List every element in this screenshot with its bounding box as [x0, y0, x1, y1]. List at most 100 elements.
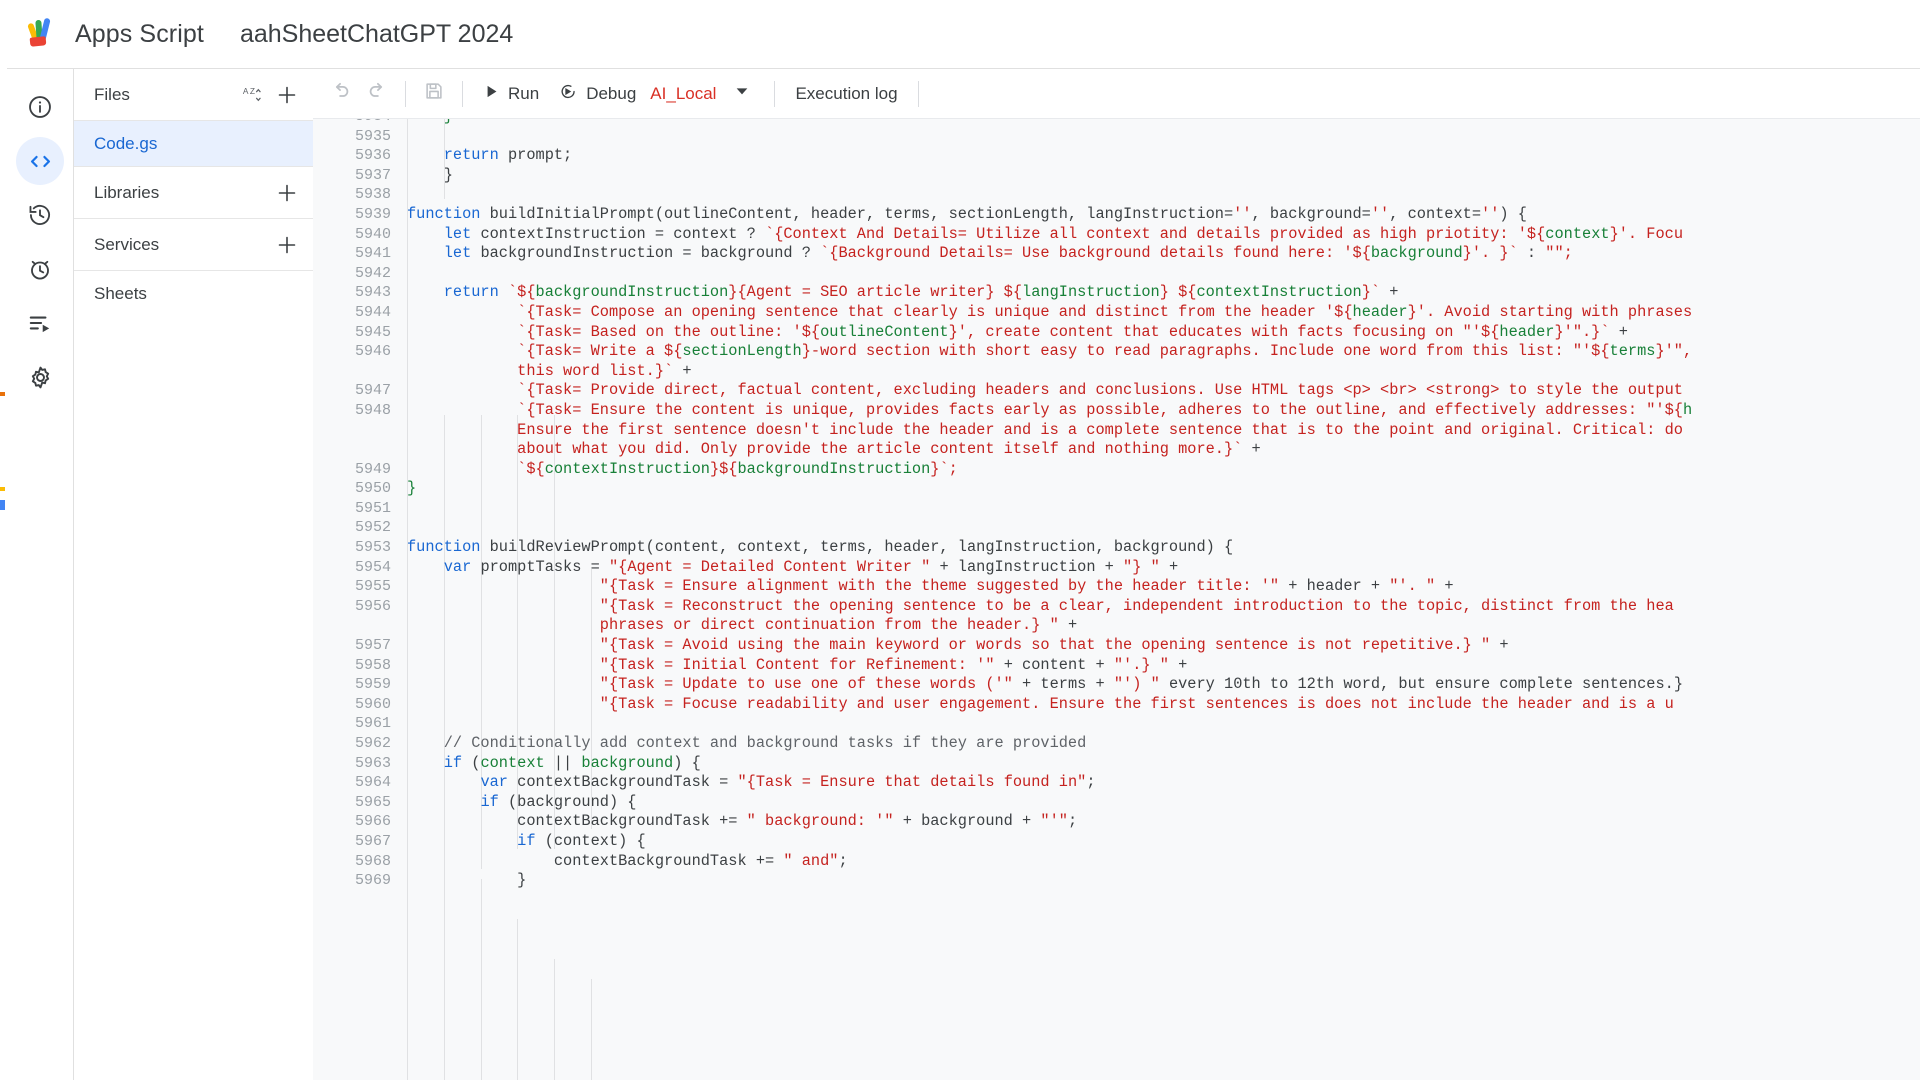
project-title[interactable]: aahSheetChatGPT 2024 — [240, 20, 513, 49]
execution-log-button[interactable]: Execution log — [785, 76, 907, 112]
code-line: 5956 "{Task = Reconstruct the opening se… — [313, 597, 1920, 617]
background-window-sliver — [0, 0, 7, 1080]
line-number: 5937 — [313, 166, 405, 186]
toolbar-divider-2 — [462, 81, 463, 107]
history-icon — [27, 202, 53, 228]
code-line: 5968 contextBackgroundTask += " and"; — [313, 852, 1920, 872]
code-line-text: var contextBackgroundTask = "{Task = Ens… — [405, 773, 1096, 793]
sidebar-item-executions[interactable] — [16, 299, 64, 347]
sheets-section[interactable]: Sheets — [74, 271, 313, 317]
line-number: 5958 — [313, 656, 405, 676]
code-line-text: return prompt; — [405, 146, 572, 166]
code-line: 5934 } — [313, 118, 1920, 127]
line-number: 5945 — [313, 323, 405, 343]
code-editor[interactable]: 5934 }59355936 return prompt;5937 }59385… — [313, 118, 1920, 1080]
code-line-text: "{Task = Initial Content for Refinement:… — [405, 656, 1187, 676]
debug-icon — [559, 82, 578, 106]
code-line-text: contextBackgroundTask += " and"; — [405, 852, 848, 872]
code-line-text: `{Task= Compose an opening sentence that… — [405, 303, 1692, 323]
code-line-text: `${contextInstruction}${backgroundInstru… — [405, 460, 958, 480]
code-line-text: phrases or direct continuation from the … — [405, 616, 1077, 636]
code-line: 5950} — [313, 479, 1920, 499]
sidebar-item-overview[interactable] — [16, 83, 64, 131]
indent-guide — [517, 919, 518, 1080]
code-line-text: about what you did. Only provide the art… — [405, 440, 1261, 460]
code-line-text: "{Task = Avoid using the main keyword or… — [405, 636, 1509, 656]
code-line-text: } — [405, 479, 416, 499]
code-line: 5957 "{Task = Avoid using the main keywo… — [313, 636, 1920, 656]
editor-toolbar: Run Debug AI_Local Execution log — [313, 68, 1920, 118]
code-line-text: var promptTasks = "{Agent = Detailed Con… — [405, 558, 1178, 578]
files-panel: Files A Z Code.gs Libraries — [73, 68, 313, 1080]
add-library-button[interactable] — [275, 181, 299, 205]
code-line-text: `{Task= Provide direct, factual content,… — [405, 381, 1683, 401]
libraries-section[interactable]: Libraries — [74, 167, 313, 219]
line-number: 5940 — [313, 225, 405, 245]
file-item-label: Code.gs — [94, 134, 157, 154]
code-line-text: function buildReviewPrompt(content, cont… — [405, 538, 1233, 558]
code-line-text: contextBackgroundTask += " background: '… — [405, 812, 1077, 832]
line-number: 5949 — [313, 460, 405, 480]
code-line: 5948 `{Task= Ensure the content is uniqu… — [313, 401, 1920, 421]
undo-button[interactable] — [323, 76, 359, 112]
code-line: 5965 if (background) { — [313, 793, 1920, 813]
add-service-button[interactable] — [275, 233, 299, 257]
services-section[interactable]: Services — [74, 219, 313, 271]
code-icon — [27, 148, 54, 175]
sidebar-item-triggers[interactable] — [16, 245, 64, 293]
line-number: 5959 — [313, 675, 405, 695]
code-line: 5954 var promptTasks = "{Agent = Detaile… — [313, 558, 1920, 578]
apps-script-logo-icon — [29, 17, 63, 51]
file-item-code-gs[interactable]: Code.gs — [74, 121, 313, 167]
code-line-text: `{Task= Ensure the content is unique, pr… — [405, 401, 1692, 421]
sheets-label: Sheets — [94, 284, 147, 304]
code-line: 5937 } — [313, 166, 1920, 186]
line-number: 5934 — [313, 118, 405, 127]
code-line: 5945 `{Task= Based on the outline: '${ou… — [313, 323, 1920, 343]
function-select-caret[interactable] — [720, 83, 764, 104]
executions-icon — [27, 310, 53, 336]
code-line-text: let contextInstruction = context ? `{Con… — [405, 225, 1683, 245]
svg-text:A: A — [243, 86, 249, 96]
indent-guide — [481, 879, 482, 1080]
sidebar-item-project-settings[interactable] — [16, 353, 64, 401]
code-line: 5953function buildReviewPrompt(content, … — [313, 538, 1920, 558]
line-number: 5939 — [313, 205, 405, 225]
line-number: 5966 — [313, 812, 405, 832]
code-line: 5935 — [313, 127, 1920, 147]
redo-button[interactable] — [359, 76, 395, 112]
line-number: 5962 — [313, 734, 405, 754]
code-line: 5955 "{Task = Ensure alignment with the … — [313, 577, 1920, 597]
add-file-button[interactable] — [275, 83, 299, 107]
code-line: about what you did. Only provide the art… — [313, 440, 1920, 460]
line-number: 5967 — [313, 832, 405, 852]
left-nav-rail — [7, 68, 73, 1080]
save-button[interactable] — [416, 76, 452, 112]
code-line: 5969 } — [313, 871, 1920, 891]
code-line: 5951 — [313, 499, 1920, 519]
sort-az-icon[interactable]: A Z — [239, 83, 265, 107]
line-number: 5943 — [313, 283, 405, 303]
line-number: 5963 — [313, 754, 405, 774]
code-line: 5966 contextBackgroundTask += " backgrou… — [313, 812, 1920, 832]
code-line: 5958 "{Task = Initial Content for Refine… — [313, 656, 1920, 676]
sidebar-item-project-history[interactable] — [16, 191, 64, 239]
code-line: 5939function buildInitialPrompt(outlineC… — [313, 205, 1920, 225]
app-header: Apps Script aahSheetChatGPT 2024 — [7, 0, 1920, 68]
debug-button[interactable]: Debug — [549, 76, 646, 112]
undo-icon — [330, 80, 352, 107]
files-panel-header: Files A Z — [74, 69, 313, 121]
sidebar-item-editor[interactable] — [16, 137, 64, 185]
code-line-text: // Conditionally add context and backgro… — [405, 734, 1086, 754]
services-label: Services — [94, 235, 275, 255]
toolbar-divider-3 — [774, 81, 775, 107]
code-line: 5947 `{Task= Provide direct, factual con… — [313, 381, 1920, 401]
code-line-text: let backgroundInstruction = background ?… — [405, 244, 1573, 264]
run-button[interactable]: Run — [473, 76, 549, 112]
line-number: 5956 — [313, 597, 405, 617]
code-line-text: `{Task= Write a ${sectionLength}-word se… — [405, 342, 1692, 362]
save-icon — [423, 80, 445, 107]
function-select[interactable]: AI_Local — [646, 84, 720, 104]
code-line: 5964 var contextBackgroundTask = "{Task … — [313, 773, 1920, 793]
code-line: 5959 "{Task = Update to use one of these… — [313, 675, 1920, 695]
